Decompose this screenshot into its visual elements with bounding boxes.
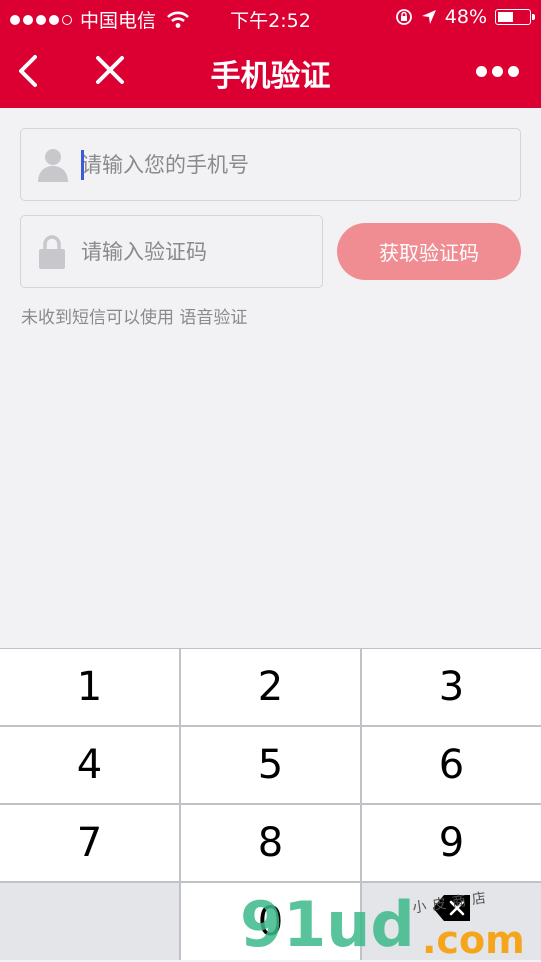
battery-icon: [495, 9, 535, 25]
key-8[interactable]: 8: [181, 805, 360, 881]
lock-icon: [39, 235, 65, 269]
status-right: 48%: [395, 6, 535, 28]
key-1[interactable]: 1: [0, 649, 179, 725]
more-dot: [508, 66, 519, 77]
get-code-button[interactable]: 获取验证码: [337, 223, 521, 280]
backspace-icon: [432, 894, 470, 921]
voice-hint-text: 未收到短信可以使用: [21, 308, 174, 328]
nav-bar: 手机验证: [0, 36, 541, 108]
phone-field[interactable]: [20, 128, 521, 201]
delete-key[interactable]: [362, 883, 541, 960]
key-7[interactable]: 7: [0, 805, 179, 881]
text-caret: [81, 150, 84, 180]
key-0[interactable]: 0: [181, 883, 360, 960]
voice-verify-hint: 未收到短信可以使用 语音验证: [21, 303, 247, 328]
key-2[interactable]: 2: [181, 649, 360, 725]
more-button[interactable]: [476, 66, 519, 77]
code-input[interactable]: [81, 216, 312, 287]
status-bar: 中国电信 下午2:52 48%: [0, 0, 541, 36]
key-5[interactable]: 5: [181, 727, 360, 803]
key-blank: [0, 883, 179, 960]
key-9[interactable]: 9: [362, 805, 541, 881]
battery-percent: 48%: [444, 6, 487, 28]
key-3[interactable]: 3: [362, 649, 541, 725]
voice-verify-link[interactable]: 语音验证: [179, 308, 247, 328]
user-icon: [38, 149, 68, 182]
numeric-keypad: 1 2 3 4 5 6 7 8 9 0: [0, 648, 541, 960]
orientation-lock-icon: [395, 9, 412, 25]
code-field[interactable]: [20, 215, 323, 288]
more-dot: [476, 66, 487, 77]
key-6[interactable]: 6: [362, 727, 541, 803]
location-arrow-icon: [421, 10, 436, 24]
phone-input[interactable]: [81, 129, 510, 200]
key-4[interactable]: 4: [0, 727, 179, 803]
more-dot: [492, 66, 503, 77]
page-title: 手机验证: [210, 59, 331, 94]
